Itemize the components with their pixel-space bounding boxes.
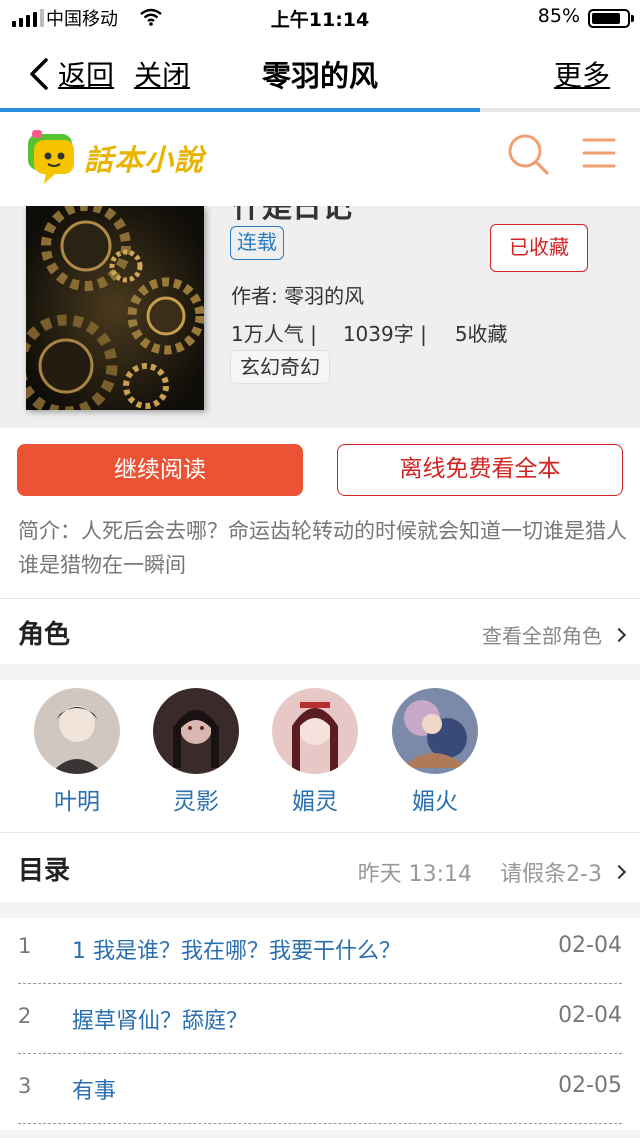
character-name: 媚火 (412, 789, 458, 815)
view-all-characters-link[interactable]: 查看全部角色 (482, 620, 627, 649)
gears-artwork (26, 206, 204, 410)
chapter-row[interactable]: 1 1 我是谁？我在哪？我要干什么？ 02-04 (0, 914, 640, 984)
character-item[interactable]: 媚灵 (260, 688, 370, 816)
toc-header[interactable]: 目录 昨天 13:14 请假条2-3 (0, 834, 640, 902)
toc-heading: 目录 (18, 856, 71, 886)
site-logo[interactable]: 話本小說 (24, 128, 204, 188)
characters-header: 角色 查看全部角色 (0, 600, 640, 664)
toc-latest-link[interactable]: 昨天 13:14 请假条2-3 (357, 856, 627, 888)
status-bar: 中国移动 上午11:14 85% (0, 0, 640, 36)
back-button[interactable]: 返回 (26, 54, 114, 94)
chevron-right-icon (611, 864, 627, 880)
status-badge: 连载 (230, 226, 284, 260)
chapter-title: 1 我是谁？我在哪？我要干什么？ (72, 939, 401, 964)
logo-text: 話本小說 (84, 143, 205, 177)
character-item[interactable]: 媚火 (380, 688, 490, 816)
continue-reading-button[interactable]: 继续阅读 (17, 444, 303, 496)
characters-heading: 角色 (18, 620, 71, 650)
section-gap (0, 664, 640, 680)
battery-percent: 85% (537, 5, 580, 27)
character-avatar (272, 688, 358, 774)
book-info-panel: 什是日记 连载 已收藏 作者: 零羽的风 1万人气 | 1039字 | 5收藏 … (0, 206, 640, 428)
collected-button[interactable]: 已收藏 (490, 224, 588, 272)
close-button[interactable]: 关闭 (134, 54, 190, 94)
book-title: 什是日记 (232, 206, 352, 225)
chapter-date: 02-04 (558, 1003, 622, 1028)
back-label: 返回 (58, 59, 115, 92)
chevron-left-icon (30, 58, 48, 90)
chapter-row[interactable]: 2 握草肾仙？舔庭？ 02-04 (0, 984, 640, 1054)
logo-bubble-icon (28, 130, 74, 184)
divider (0, 598, 640, 599)
chapter-number: 1 (18, 934, 32, 958)
character-avatar (34, 688, 120, 774)
search-icon[interactable] (506, 132, 550, 176)
popularity-stat: 1万人气 | (231, 322, 317, 346)
chapter-number: 3 (18, 1074, 32, 1098)
toc-latest-chapter: 请假条2-3 (500, 862, 602, 887)
chapter-title: 握草肾仙？舔庭？ (72, 1009, 249, 1034)
character-avatar (153, 688, 239, 774)
character-item[interactable]: 灵影 (141, 688, 251, 816)
battery-icon (588, 9, 634, 28)
chapter-divider (18, 1123, 622, 1124)
character-name: 灵影 (173, 789, 219, 815)
book-intro: 简介：人死后会去哪？命运齿轮转动的时候就会知道一切谁是猎人谁是猎物在一瞬间 (18, 519, 627, 577)
character-avatar (392, 688, 478, 774)
favorites-stat: 5收藏 (454, 322, 508, 346)
chapter-date: 02-05 (558, 1073, 622, 1098)
nav-bar: 返回 关闭 零羽的风 更多 (0, 36, 640, 108)
book-cover[interactable] (26, 206, 204, 410)
divider (0, 832, 640, 833)
chapter-date: 02-04 (558, 933, 622, 958)
characters-list: 叶明 灵影 媚灵 媚火 (0, 680, 640, 830)
chapter-number: 2 (18, 1004, 32, 1028)
chevron-right-icon (611, 627, 627, 642)
character-name: 媚灵 (292, 789, 338, 815)
character-item[interactable]: 叶明 (22, 688, 132, 816)
more-button[interactable]: 更多 (554, 54, 610, 94)
site-header: 話本小說 (0, 112, 640, 206)
genre-tag[interactable]: 玄幻奇幻 (230, 350, 330, 384)
chapter-row[interactable]: 3 有事 02-05 (0, 1054, 640, 1124)
view-all-characters-label: 查看全部角色 (482, 624, 602, 648)
chapter-title: 有事 (72, 1079, 117, 1104)
offline-read-button[interactable]: 离线免费看全本 (337, 444, 623, 496)
battery-fill (592, 13, 621, 24)
author-label: 作者: 零羽的风 (231, 284, 365, 308)
book-stats: 1万人气 | 1039字 | 5收藏 (231, 318, 508, 347)
section-gap (0, 1130, 640, 1138)
menu-icon[interactable] (580, 134, 618, 172)
character-name: 叶明 (54, 789, 100, 815)
toc-updated-time: 昨天 13:14 (357, 862, 473, 887)
word-count-stat: 1039字 | (342, 322, 427, 346)
